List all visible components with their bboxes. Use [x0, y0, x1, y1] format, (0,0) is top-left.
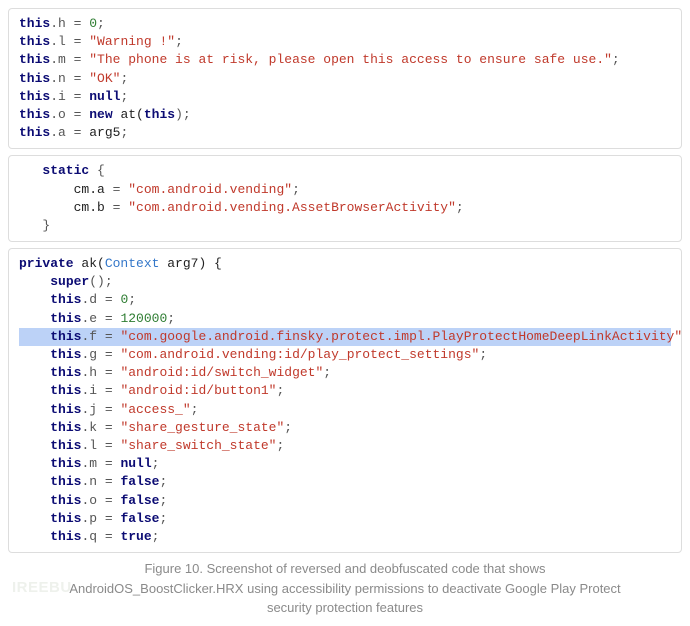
code-line: this.k = "share_gesture_state"; [19, 420, 292, 435]
code-block-1: this.h = 0; this.l = "Warning !"; this.m… [8, 8, 682, 149]
code-line: this.h = "android:id/switch_widget"; [19, 365, 331, 380]
code-line: this.j = "access_"; [19, 402, 198, 417]
code-line-highlighted: this.f = "com.google.android.finsky.prot… [19, 328, 671, 346]
code-line: this.d = 0; [19, 292, 136, 307]
code-line: this.n = false; [19, 474, 167, 489]
code-line: this.l = "share_switch_state"; [19, 438, 284, 453]
code-line: private ak(Context arg7) { [19, 256, 222, 271]
caption-line-2: AndroidOS_BoostClicker.HRX using accessi… [69, 581, 620, 596]
code-line: cm.a = "com.android.vending"; [19, 182, 300, 197]
keyword-this: this [19, 16, 50, 31]
code-line: this.l = "Warning !"; [19, 34, 183, 49]
code-line: this.h = 0; [19, 16, 105, 31]
code-line: } [19, 218, 50, 233]
code-block-3: private ak(Context arg7) { super(); this… [8, 248, 682, 553]
code-line: this.o = false; [19, 493, 167, 508]
code-line: this.e = 120000; [19, 311, 175, 326]
caption-line-3: security protection features [267, 600, 423, 615]
code-line: this.q = true; [19, 529, 159, 544]
code-line: super(); [19, 274, 113, 289]
code-line: this.i = null; [19, 89, 128, 104]
code-line: this.o = new at(this); [19, 107, 191, 122]
code-line: this.m = null; [19, 456, 159, 471]
code-line: this.n = "OK"; [19, 71, 128, 86]
watermark-text: IREEBU [12, 579, 72, 596]
code-line: this.g = "com.android.vending:id/play_pr… [19, 347, 487, 362]
code-line: this.p = false; [19, 511, 167, 526]
code-line: cm.b = "com.android.vending.AssetBrowser… [19, 200, 464, 215]
caption-line-1: Figure 10. Screenshot of reversed and de… [144, 561, 545, 576]
figure-caption: Figure 10. Screenshot of reversed and de… [8, 559, 682, 618]
code-line: this.a = arg5; [19, 125, 128, 140]
code-block-2: static { cm.a = "com.android.vending"; c… [8, 155, 682, 242]
code-line: this.i = "android:id/button1"; [19, 383, 284, 398]
code-line: static { [19, 163, 105, 178]
code-line: this.m = "The phone is at risk, please o… [19, 52, 620, 67]
